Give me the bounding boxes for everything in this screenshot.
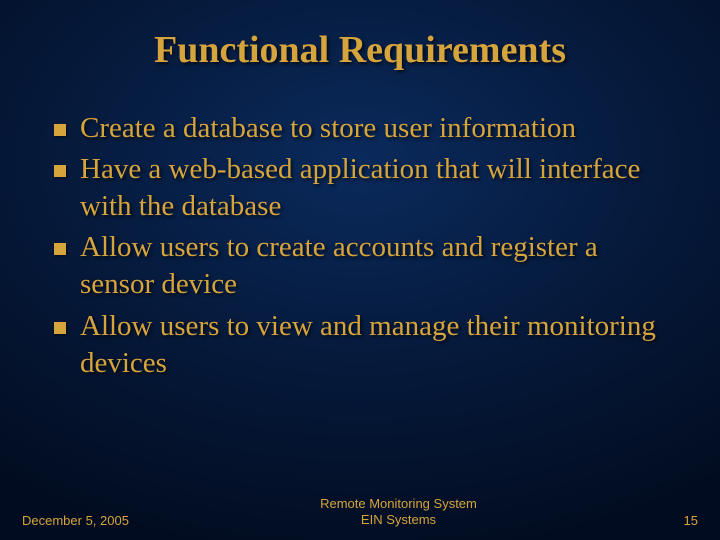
bullet-text: Have a web-based application that will i… (80, 151, 672, 225)
footer-center-line2: EIN Systems (129, 512, 668, 528)
list-item: Have a web-based application that will i… (54, 151, 672, 225)
footer-date: December 5, 2005 (22, 513, 129, 528)
bullet-text: Allow users to view and manage their mon… (80, 308, 672, 382)
slide: Functional Requirements Create a databas… (0, 0, 720, 540)
bullet-icon (54, 243, 66, 255)
footer-center: Remote Monitoring System EIN Systems (129, 496, 668, 529)
footer-page-number: 15 (668, 513, 698, 528)
footer-center-line1: Remote Monitoring System (129, 496, 668, 512)
bullet-icon (54, 322, 66, 334)
bullet-text: Create a database to store user informat… (80, 110, 576, 147)
bullet-text: Allow users to create accounts and regis… (80, 229, 672, 303)
list-item: Allow users to view and manage their mon… (54, 308, 672, 382)
slide-title: Functional Requirements (0, 0, 720, 72)
list-item: Create a database to store user informat… (54, 110, 672, 147)
bullet-icon (54, 124, 66, 136)
bullet-icon (54, 165, 66, 177)
bullet-list: Create a database to store user informat… (54, 110, 672, 382)
list-item: Allow users to create accounts and regis… (54, 229, 672, 303)
footer: December 5, 2005 Remote Monitoring Syste… (0, 496, 720, 529)
